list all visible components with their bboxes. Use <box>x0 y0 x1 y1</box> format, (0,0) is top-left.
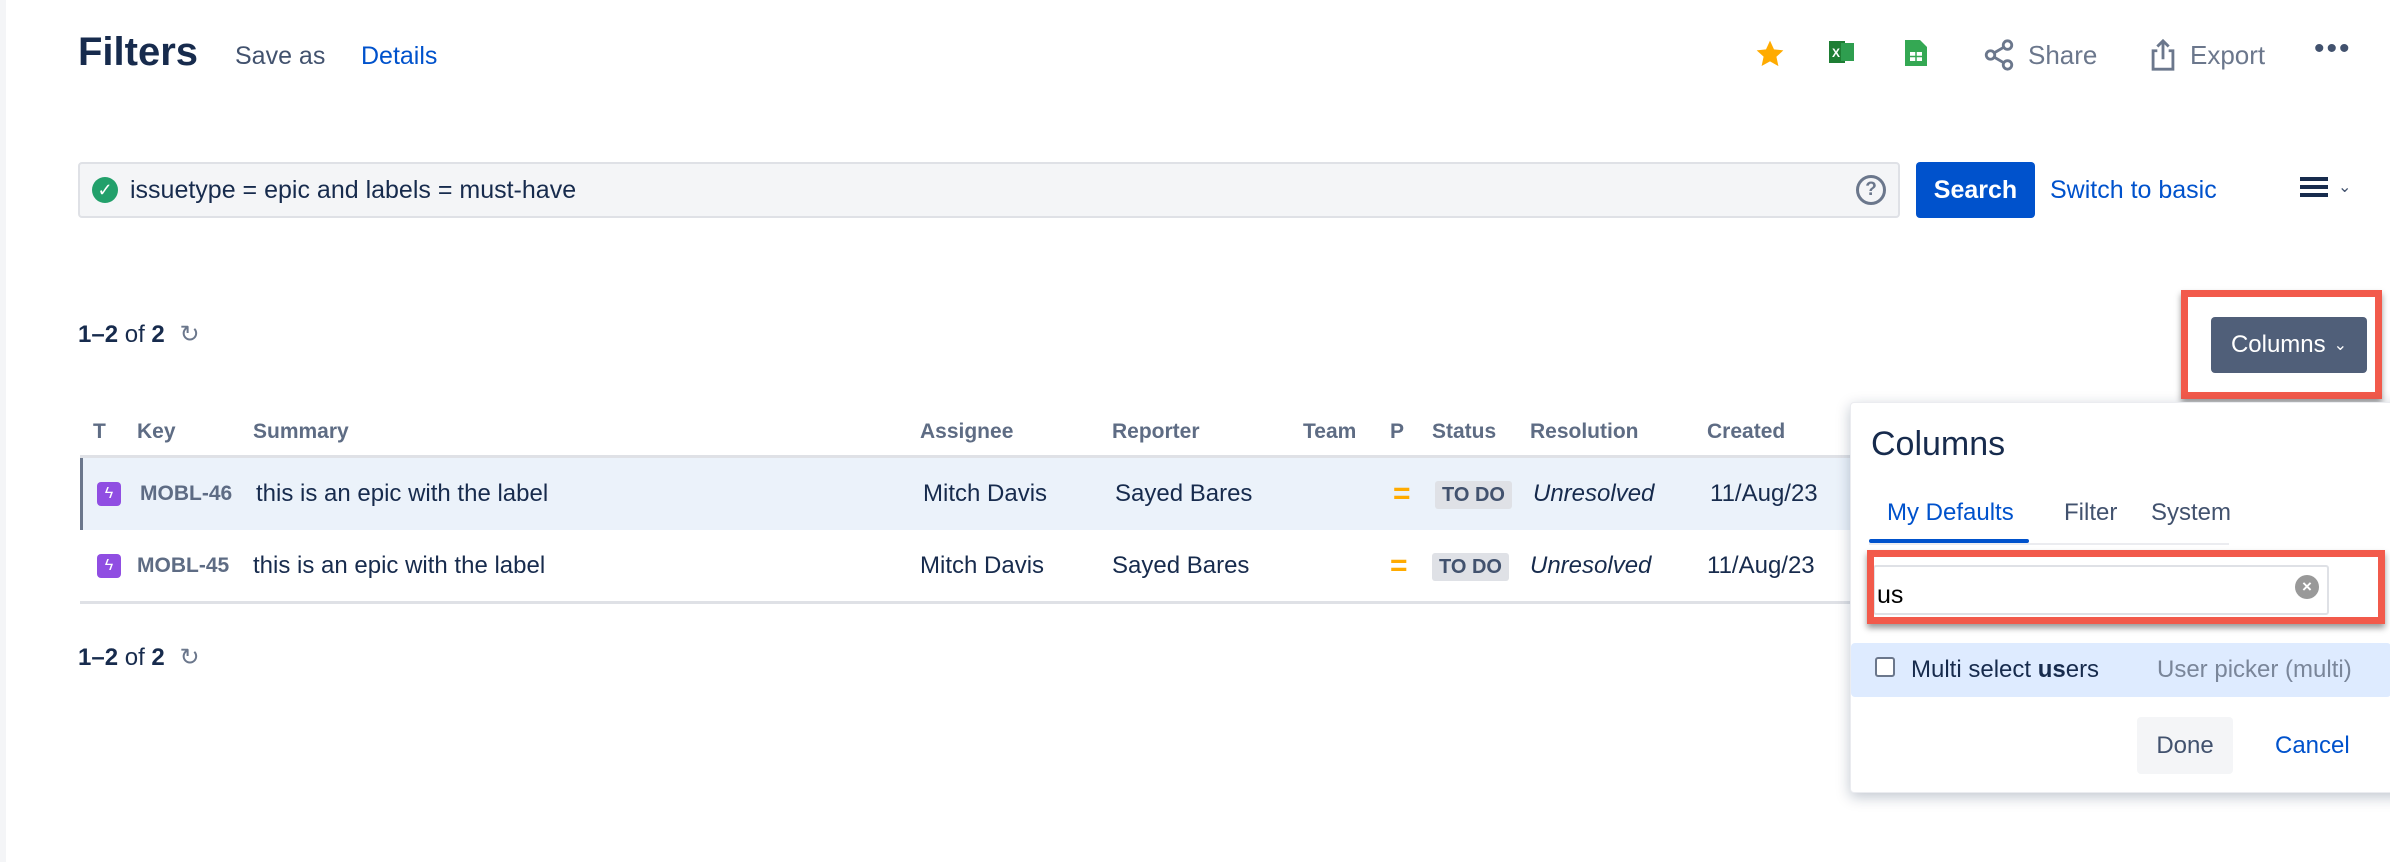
jql-search-field[interactable]: ✓ issuetype = epic and labels = must-hav… <box>78 162 1900 218</box>
chevron-down-icon: ⌄ <box>2338 179 2352 196</box>
valid-query-icon: ✓ <box>92 177 118 203</box>
column-header-assignee[interactable]: Assignee <box>920 420 1013 444</box>
excel-icon: X <box>1829 41 1854 63</box>
share-icon <box>1984 39 2014 71</box>
column-header-summary[interactable]: Summary <box>253 420 349 444</box>
sheets-icon <box>1905 40 1927 66</box>
issue-summary[interactable]: this is an epic with the label <box>256 458 548 530</box>
issue-summary[interactable]: this is an epic with the label <box>253 530 545 602</box>
table-bottom-divider <box>80 601 1860 604</box>
share-button[interactable]: Share <box>1982 38 2097 72</box>
column-header-team[interactable]: Team <box>1303 420 1356 444</box>
resolution: Unresolved <box>1530 552 1652 579</box>
assignee: Mitch Davis <box>920 552 1045 579</box>
status-badge: TO DO <box>1432 553 1509 581</box>
issue-key[interactable]: MOBL-46 <box>140 458 232 530</box>
column-header-type[interactable]: T <box>93 420 106 444</box>
share-label: Share <box>2028 39 2098 70</box>
refresh-icon[interactable]: ↻ <box>179 321 199 348</box>
chevron-down-icon: ⌄ <box>2333 337 2348 354</box>
export-button[interactable]: Export <box>2148 38 2265 72</box>
results-count-bottom: 1–2 of 2 ↻ <box>78 644 200 671</box>
left-edge <box>0 0 6 862</box>
status-badge: TO DO <box>1435 481 1512 509</box>
google-sheets-button[interactable] <box>1905 38 1927 68</box>
reporter: Sayed Bares <box>1115 480 1253 507</box>
list-view-icon <box>2300 177 2328 197</box>
epic-icon: ϟ <box>97 482 121 506</box>
tab-system[interactable]: System <box>2151 499 2231 527</box>
columns-button[interactable]: Columns ⌄ <box>2211 317 2367 373</box>
priority-medium-icon: = <box>1390 549 1408 582</box>
save-as-button[interactable]: Save as <box>235 42 325 71</box>
switch-to-basic-link[interactable]: Switch to basic <box>2050 176 2217 205</box>
search-button[interactable]: Search <box>1916 162 2035 218</box>
tabs-divider <box>1869 543 2229 545</box>
resolution: Unresolved <box>1533 480 1655 507</box>
reporter: Sayed Bares <box>1112 552 1250 579</box>
export-label: Export <box>2190 39 2266 70</box>
results-count-top: 1–2 of 2 ↻ <box>78 321 200 348</box>
column-header-status[interactable]: Status <box>1432 420 1496 444</box>
option-checkbox[interactable] <box>1875 657 1895 677</box>
issue-key[interactable]: MOBL-45 <box>137 530 229 602</box>
svg-text:X: X <box>1832 46 1840 60</box>
more-actions-button[interactable]: ••• <box>2314 32 2352 66</box>
option-type: User picker (multi) <box>2157 656 2352 683</box>
column-header-reporter[interactable]: Reporter <box>1112 420 1200 444</box>
columns-popup: Columns My Defaults Filter System us × M… <box>1850 402 2390 793</box>
column-header-resolution[interactable]: Resolution <box>1530 420 1639 444</box>
created-date: 11/Aug/23 <box>1710 480 1818 507</box>
tab-filter[interactable]: Filter <box>2064 499 2117 527</box>
epic-icon: ϟ <box>97 554 121 578</box>
priority-medium-icon: = <box>1393 477 1411 510</box>
popup-title: Columns <box>1871 425 2006 463</box>
view-options-button[interactable]: ⌄ <box>2300 176 2351 198</box>
highlight-box <box>1867 550 2385 624</box>
page-title: Filters <box>78 30 199 74</box>
star-icon <box>1756 40 1784 67</box>
table-row[interactable]: ϟ MOBL-45 this is an epic with the label… <box>80 530 1860 602</box>
export-icon <box>2151 38 2175 71</box>
column-header-key[interactable]: Key <box>137 420 176 444</box>
assignee: Mitch Davis <box>923 480 1048 507</box>
table-row[interactable]: ϟ MOBL-46 this is an epic with the label… <box>80 458 1860 530</box>
excel-export-button[interactable]: X <box>1829 38 1855 66</box>
done-button[interactable]: Done <box>2137 717 2233 774</box>
more-icon: ••• <box>2314 32 2352 65</box>
column-header-priority[interactable]: P <box>1390 420 1404 444</box>
refresh-icon[interactable]: ↻ <box>179 644 199 671</box>
star-button[interactable] <box>1754 38 1786 70</box>
help-icon[interactable]: ? <box>1856 175 1886 205</box>
tab-my-defaults[interactable]: My Defaults <box>1887 499 2014 527</box>
details-button[interactable]: Details <box>361 42 437 71</box>
jql-query-text[interactable]: issuetype = epic and labels = must-have <box>130 176 576 205</box>
cancel-button[interactable]: Cancel <box>2275 732 2350 760</box>
created-date: 11/Aug/23 <box>1707 552 1815 579</box>
column-option-multi-select-users[interactable]: Multi select users User picker (multi) <box>1851 643 2390 697</box>
option-label: Multi select users <box>1911 656 2100 683</box>
column-header-created[interactable]: Created <box>1707 420 1785 444</box>
